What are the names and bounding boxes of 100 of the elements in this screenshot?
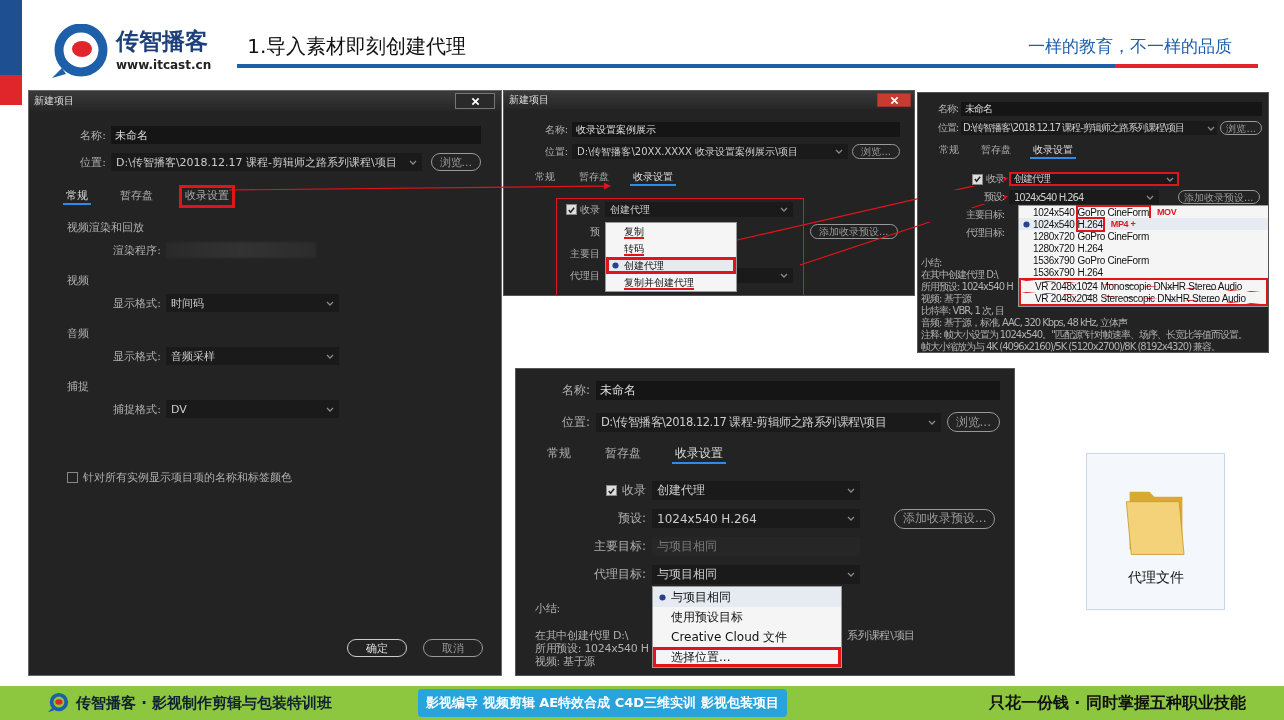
menu-item[interactable]: 1280x720 H.264 (1019, 242, 1268, 254)
chevron-icon (1146, 194, 1154, 200)
field-label: 位置: (79, 154, 106, 170)
field-label: 位置: (936, 121, 958, 135)
summary-heading: 小结: (535, 602, 560, 615)
tab[interactable]: 暂存盘 (573, 167, 615, 189)
field-label: 名称: (543, 122, 568, 137)
field-label: 名称: (79, 127, 106, 143)
checkbox-label: 收录 (986, 172, 1004, 186)
close-icon (889, 95, 899, 105)
menu-item[interactable]: 复制 (606, 223, 736, 240)
field-label: 渲染程序: (112, 242, 161, 258)
checkbox[interactable] (606, 485, 617, 496)
checkbox[interactable] (566, 204, 577, 215)
name-field[interactable]: 未命名 (111, 126, 481, 144)
dropdown[interactable]: 1024x540 H.264 (1009, 190, 1159, 204)
field-label: 显示格式: (112, 348, 161, 364)
summary-text: 视频: 基于源 (921, 293, 971, 305)
chevron-icon (408, 159, 417, 165)
ingest-dropdown[interactable]: 创建代理 (605, 202, 793, 217)
chevron-icon (326, 353, 334, 359)
field-label: 主要目 (569, 246, 600, 261)
chevron-icon (326, 300, 334, 306)
menu-item[interactable]: 1024x540 GoPro CineForm MOV (1019, 206, 1268, 218)
tab[interactable]: 暂存盘 (114, 185, 159, 208)
dropdown[interactable]: 时间码 (166, 294, 339, 312)
checkbox-label: 针对所有实例显示项目项的名称和标签颜色 (83, 470, 292, 485)
tab[interactable]: 收录设置 (627, 167, 679, 189)
chevron-icon (1166, 176, 1174, 182)
menu-item[interactable]: 1280x720 GoPro CineForm (1019, 230, 1268, 242)
section-heading: 捕捉 (67, 379, 89, 394)
field-label: 捕捉格式: (112, 401, 161, 417)
field-label: 预设: (616, 510, 646, 527)
radio-dot-icon (611, 262, 619, 269)
slogan: 一样的教育，不一样的品质 (1028, 34, 1232, 58)
section-heading: 视频渲染和回放 (67, 220, 144, 235)
radio-dot-icon (658, 593, 666, 601)
menu-item[interactable]: 使用预设目标 (653, 607, 841, 627)
field-label: 位置: (543, 144, 568, 159)
menu-item[interactable]: 与项目相同 (653, 587, 841, 607)
location-dropdown[interactable]: D:\传智播客\20XX.XXXX 收录设置案例展示\项目 (572, 144, 849, 159)
field-label: 名称: (936, 102, 958, 116)
name-field[interactable]: 收录设置案例展示 (572, 122, 900, 137)
checkbox-label: 收录 (622, 482, 646, 499)
tab[interactable]: 常规 (541, 442, 577, 467)
menu-item[interactable]: 转码 (606, 240, 736, 257)
annotation-note: MOV (1156, 207, 1177, 217)
menu-item[interactable]: 复制并创建代理 (606, 274, 736, 291)
slide-title: 1.导入素材即刻创建代理 (247, 32, 467, 60)
summary-text: 系列课程\项目 (847, 629, 915, 642)
checkbox-label: 收录 (580, 202, 600, 217)
location-dropdown[interactable]: D:\传智播客\2018.12.17 课程-剪辑师之路系列课程\项目 (961, 121, 1218, 135)
menu-item[interactable]: 创建代理 (606, 257, 736, 274)
summary-heading: 小结: (921, 257, 942, 269)
dropdown[interactable]: DV (166, 400, 339, 418)
tab[interactable]: 暂存盘 (599, 442, 647, 467)
summary-text: 帧大小缩放为与 4K (4096x2160)/5K (5120x2700)/8K (8192x4320) 兼容。 (921, 341, 1221, 352)
field-label: 显示格式: (112, 295, 161, 311)
menu-item[interactable]: 选择位置... (653, 647, 841, 667)
location-dropdown[interactable]: D:\传智播客\2018.12.17 课程-剪辑师之路系列课程\项目 (111, 153, 422, 171)
name-field[interactable]: 未命名 (961, 102, 1262, 116)
field-label: 代理目标: (918, 226, 1004, 240)
field-label: 位置: (560, 413, 590, 431)
section-heading: 视频 (67, 273, 89, 288)
close-button[interactable] (455, 93, 495, 109)
tab[interactable]: 收录设置 (1027, 140, 1079, 162)
close-button[interactable] (877, 93, 911, 107)
dropdown[interactable]: 1024x540 H.264 (652, 509, 860, 528)
brand-name: 传智播客 (116, 28, 208, 55)
chevron-icon (847, 572, 855, 577)
checkbox[interactable] (972, 173, 983, 185)
tab[interactable]: 常规 (529, 167, 561, 189)
dropdown[interactable]: 音频采样 (166, 347, 339, 365)
tab[interactable]: 收录设置 (179, 185, 235, 208)
location-dropdown[interactable]: D:\传智播客\2018.12.17 课程-剪辑师之路系列课程\项目 (596, 412, 941, 432)
folder-tile[interactable]: 代理文件 (1086, 453, 1225, 610)
tab[interactable]: 常规 (933, 140, 965, 162)
menu-item[interactable]: 1024x540 H.264 MP4 + (1019, 218, 1268, 230)
summary-text: 音频: 基于源，标准, AAC, 320 Kbps, 48 kHz, 立体声 (921, 317, 1127, 329)
chevron-icon (835, 149, 844, 154)
menu-item[interactable]: 1536x790 GoPro CineForm (1019, 254, 1268, 266)
folder-label: 代理文件 (1127, 568, 1184, 587)
summary-text: 视频: 基于源 (535, 655, 596, 668)
chevron-icon (326, 406, 334, 412)
tab[interactable]: 收录设置 (669, 442, 729, 467)
tab[interactable]: 暂存盘 (975, 140, 1017, 162)
summary-text: 注释: 帧大小设置为 1024x540。"匹配源"针对帧速率、场序、长宽比等值而设置。 (921, 329, 1248, 341)
ingest-dropdown[interactable]: 创建代理 (1009, 172, 1179, 186)
chevron-icon (927, 419, 936, 425)
ingest-dropdown[interactable]: 创建代理 (652, 481, 860, 500)
menu-item[interactable]: 1536x790 H.264 (1019, 266, 1268, 278)
tab[interactable]: 常规 (60, 185, 94, 208)
checkbox[interactable] (67, 472, 78, 483)
chevron-icon (780, 273, 788, 278)
field-label: 主要目标: (592, 538, 646, 555)
chevron-icon (847, 488, 855, 493)
dialog-title: 新建项目 (509, 93, 549, 107)
menu-item[interactable]: Creative Cloud 文件 (653, 627, 841, 647)
dropdown[interactable]: 与项目相同 (652, 565, 860, 584)
name-field[interactable]: 未命名 (596, 381, 1000, 400)
